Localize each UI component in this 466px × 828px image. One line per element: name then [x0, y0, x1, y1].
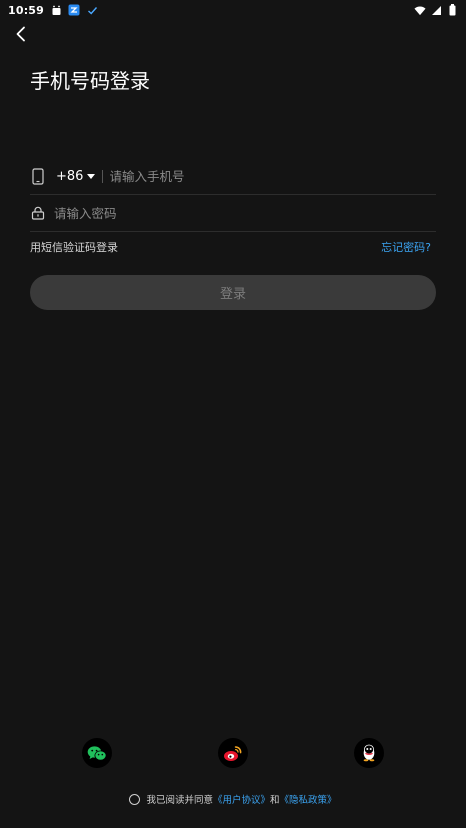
sms-login-link[interactable]: 用短信验证码登录 [30, 239, 118, 255]
agreement-prefix: 我已阅读并同意 [146, 795, 213, 806]
password-field-row [30, 195, 436, 232]
agreement-row: 我已阅读并同意 《用户协议》 和 《隐私政策》 [0, 792, 466, 806]
login-button[interactable]: 登录 [30, 275, 436, 310]
forgot-password-link[interactable]: 忘记密码? [381, 239, 431, 255]
phone-divider [102, 169, 104, 183]
status-time: 10:59 [8, 3, 45, 17]
app-notify-icon [68, 4, 80, 16]
qq-login-button[interactable] [354, 738, 384, 768]
country-code-label: +86 [56, 168, 84, 184]
qq-icon [361, 744, 377, 762]
phone-icon [30, 167, 46, 185]
status-left: 10:59 [8, 4, 98, 17]
page-title: 手机号码登录 [30, 69, 150, 93]
caret-down-icon [87, 173, 96, 179]
country-code-selector[interactable]: +86 [56, 168, 96, 184]
privacy-policy-link[interactable]: 《隐私政策》 [280, 792, 337, 806]
status-bar: 10:59 [0, 0, 466, 20]
phone-input[interactable] [109, 161, 436, 191]
agreement-conjunction: 和 [270, 795, 280, 806]
wechat-icon [87, 745, 107, 762]
check-notify-icon [86, 4, 98, 16]
password-input[interactable] [54, 198, 436, 228]
status-right [414, 4, 458, 16]
back-button[interactable] [10, 24, 32, 44]
social-login-row [0, 738, 466, 768]
battery-icon [446, 4, 458, 16]
wechat-login-button[interactable] [82, 738, 112, 768]
user-agreement-link[interactable]: 《用户协议》 [213, 792, 270, 806]
signal-icon [430, 4, 442, 16]
weibo-icon [223, 745, 243, 762]
android-notify-icon [50, 4, 62, 16]
chevron-left-icon [15, 26, 27, 42]
weibo-login-button[interactable] [218, 738, 248, 768]
lock-icon [30, 204, 46, 222]
wifi-icon [414, 4, 426, 16]
agreement-checkbox[interactable] [129, 793, 141, 805]
phone-field-row: +86 [30, 158, 436, 195]
